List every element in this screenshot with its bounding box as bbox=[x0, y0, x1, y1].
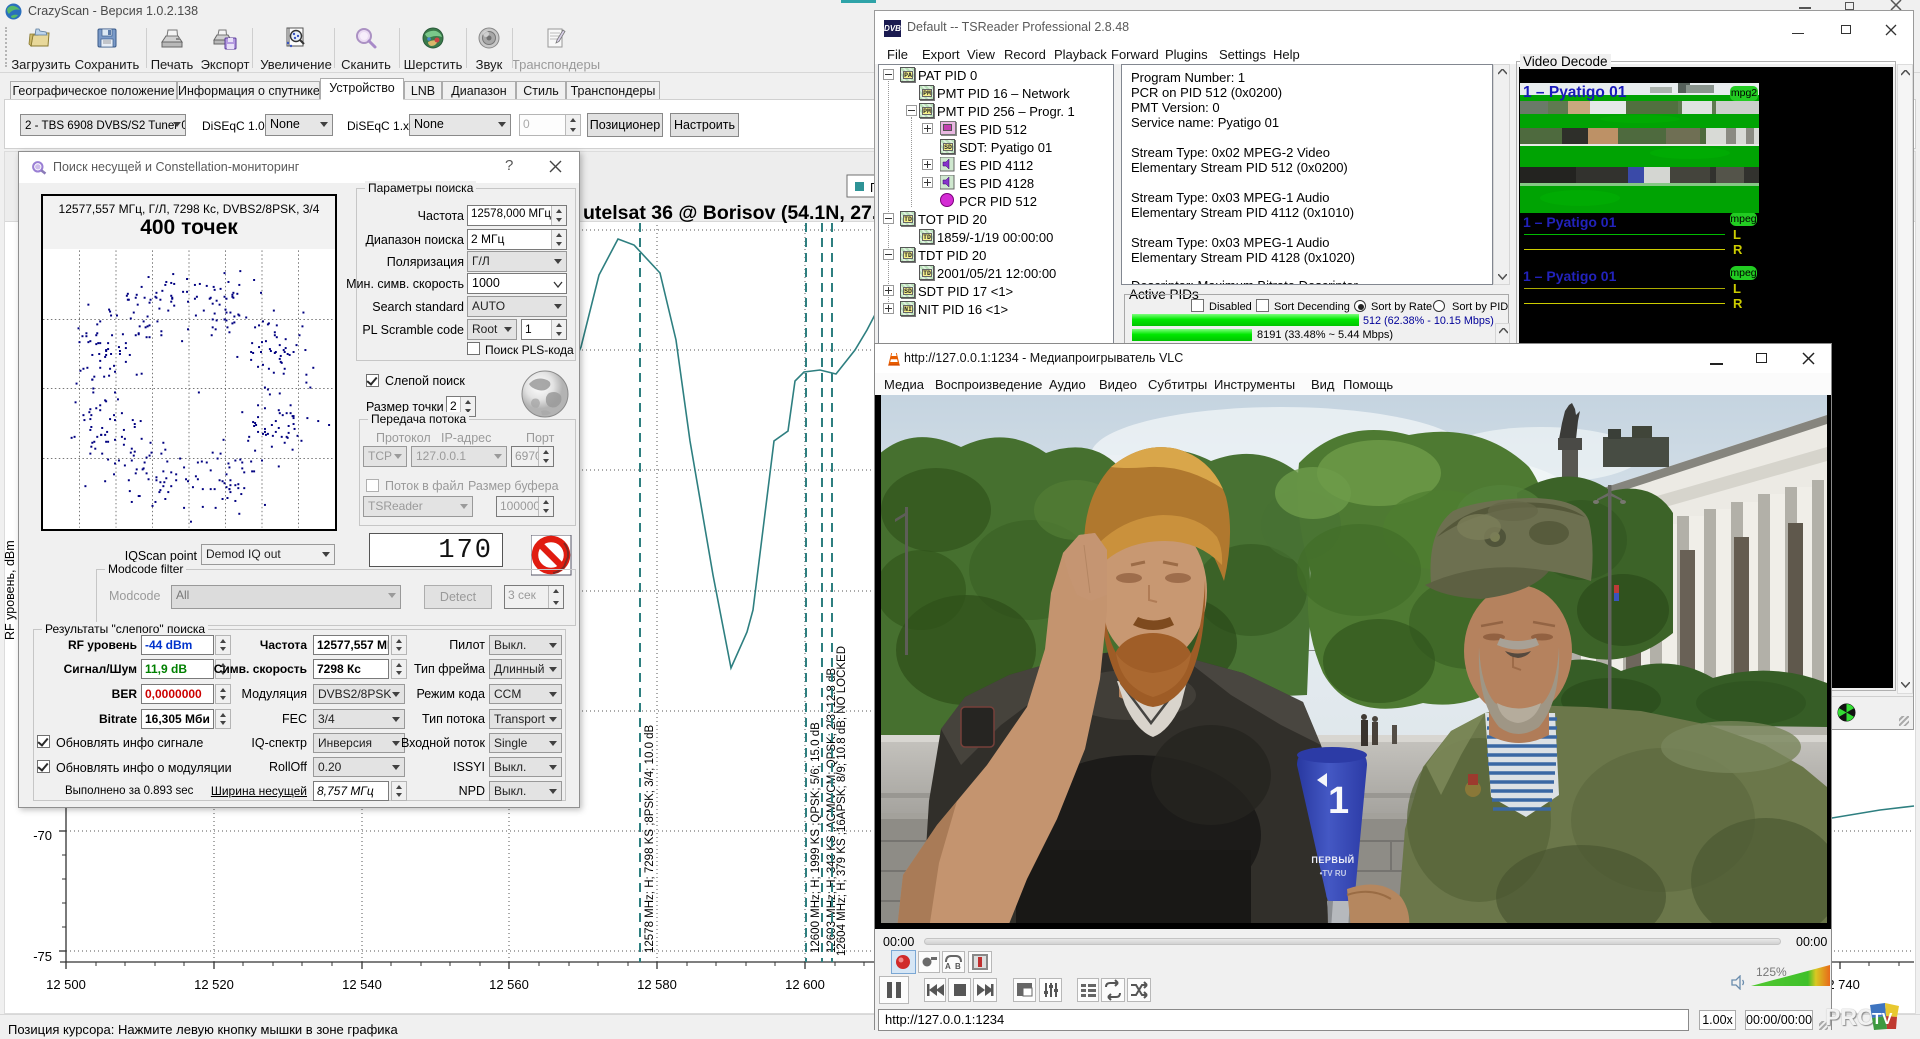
svg-text:RF уровень, dBm: RF уровень, dBm bbox=[3, 540, 17, 640]
svg-text:12 500: 12 500 bbox=[46, 977, 86, 992]
svg-text:12 540: 12 540 bbox=[342, 977, 382, 992]
svg-text:B: B bbox=[955, 962, 961, 971]
svg-text:12 600: 12 600 bbox=[785, 977, 825, 992]
svg-text:TV: TV bbox=[1872, 1011, 1893, 1028]
svg-text:•TV RU: •TV RU bbox=[1320, 869, 1347, 878]
svg-text:12 560: 12 560 bbox=[489, 977, 529, 992]
svg-text:1: 1 bbox=[1328, 780, 1349, 822]
svg-text:12600 MHz; H; 1999 KS ;QPSK; 5: 12600 MHz; H; 1999 KS ;QPSK; 5/6; 15.0 d… bbox=[810, 722, 822, 953]
svg-text:-70: -70 bbox=[33, 828, 52, 843]
svg-text:12 520: 12 520 bbox=[194, 977, 234, 992]
svg-text:12578 MHz; H; 7298 KS ;8PSK; 3: 12578 MHz; H; 7298 KS ;8PSK; 3/4; 10.0 d… bbox=[644, 724, 656, 953]
svg-text:12604 MHz; H; 379 KS ;16APSK;: 12604 MHz; H; 379 KS ;16APSK; 8/9; 10.8 … bbox=[836, 646, 848, 956]
svg-text:-75: -75 bbox=[33, 949, 52, 964]
svg-text:12 580: 12 580 bbox=[637, 977, 677, 992]
svg-text:A: A bbox=[945, 962, 951, 971]
svg-text:ПЕРВЫЙ: ПЕРВЫЙ bbox=[1311, 854, 1354, 865]
svg-text:utelsat 36 @ Borisov (54.1N, 2: utelsat 36 @ Borisov (54.1N, 27.5E) bbox=[583, 202, 908, 224]
